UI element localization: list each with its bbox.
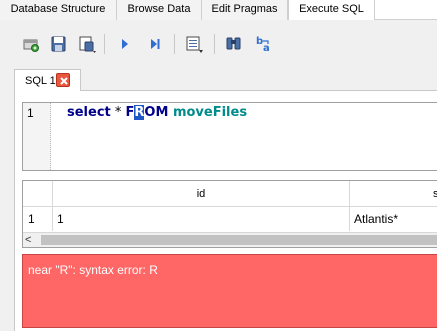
tab-edit-pragmas[interactable]: Edit Pragmas [202, 0, 288, 20]
toolbar-separator [214, 34, 215, 54]
table-cell-s[interactable]: Atlantis* [350, 207, 437, 231]
svg-text:a: a [263, 43, 270, 54]
tab-execute-sql[interactable]: Execute SQL [288, 0, 375, 21]
tab-browse-data[interactable]: Browse Data [117, 0, 202, 20]
open-tab-button[interactable] [19, 32, 43, 56]
execute-current-line-button[interactable] [143, 32, 167, 56]
editor-gutter: 1 [23, 103, 51, 170]
main-tabbar: Database Structure Browse Data Edit Prag… [0, 0, 437, 21]
sql-tab-label: SQL 1 [25, 75, 56, 87]
save-results-button[interactable] [182, 32, 206, 56]
grid-corner[interactable] [23, 181, 53, 207]
execute-all-button[interactable] [113, 32, 137, 56]
keyword-select: select [67, 105, 111, 120]
error-message: near "R": syntax error: R [28, 263, 158, 277]
sql-editor[interactable]: 1 select * FROM moveFiles [22, 102, 437, 171]
scrollbar-thumb[interactable] [41, 235, 437, 245]
operator-star: * [110, 105, 126, 120]
selected-text: R [134, 105, 145, 120]
table-identifier: moveFiles [168, 105, 248, 120]
save-results-icon [186, 36, 203, 53]
table-cell-id[interactable]: 1 [53, 207, 350, 231]
save-sql-file-button[interactable] [75, 32, 99, 56]
open-tab-icon [23, 39, 39, 52]
tab-database-structure[interactable]: Database Structure [0, 0, 117, 20]
execute-sql-panel: b a SQL 1 1 select * FROM moveFiles id s… [0, 20, 437, 331]
find-replace-icon: b a [256, 36, 270, 54]
find-replace-button[interactable]: b a [252, 32, 276, 56]
horizontal-scrollbar[interactable]: < [23, 232, 437, 247]
column-header-id[interactable]: id [53, 181, 350, 207]
line-number: 1 [27, 106, 34, 120]
open-sql-file-button[interactable] [47, 32, 71, 56]
toolbar-separator [174, 34, 175, 54]
results-grid: id s 1 1 Atlantis* < [22, 180, 437, 248]
execute-all-icon [122, 39, 128, 49]
scroll-left-icon[interactable]: < [25, 234, 37, 246]
sql-toolbar: b a [0, 32, 437, 58]
sql-code-line: select * FROM moveFiles [67, 105, 247, 120]
sql-tab-1[interactable]: SQL 1 [14, 69, 81, 91]
execute-current-line-icon [151, 39, 160, 49]
find-button[interactable] [222, 32, 246, 56]
save-sql-file-icon [79, 36, 96, 53]
open-sql-file-icon [51, 36, 66, 52]
find-icon [226, 37, 241, 50]
keyword-from-end: OM [144, 105, 169, 120]
toolbar-separator [104, 34, 105, 54]
row-header[interactable]: 1 [23, 207, 53, 231]
column-header-s[interactable]: s [350, 181, 437, 207]
error-message-box: near "R": syntax error: R [22, 254, 437, 328]
close-tab-icon[interactable] [56, 73, 70, 87]
